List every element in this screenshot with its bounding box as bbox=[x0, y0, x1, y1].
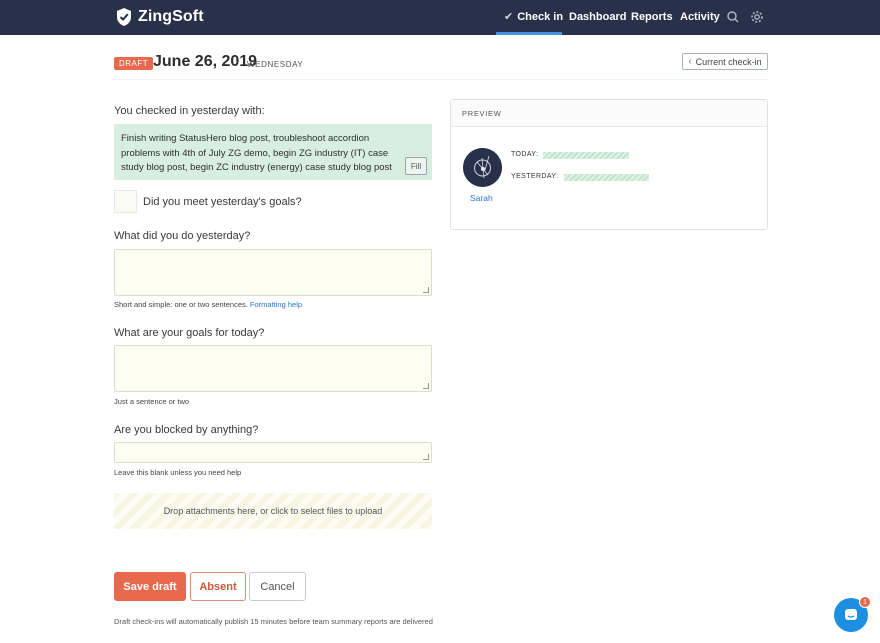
chevron-left-icon: ‹ bbox=[688, 56, 692, 67]
gear-icon[interactable] bbox=[749, 9, 765, 25]
page-date: June 26, 2019 bbox=[153, 53, 258, 70]
attachment-dropzone[interactable]: Drop attachments here, or click to selec… bbox=[114, 493, 432, 529]
brand[interactable]: ZingSoft bbox=[115, 7, 204, 27]
preview-yesterday-placeholder bbox=[564, 174, 649, 181]
blocked-textarea[interactable] bbox=[114, 442, 432, 463]
preview-user-name[interactable]: Sarah bbox=[470, 193, 493, 203]
brand-name: ZingSoft bbox=[138, 8, 204, 25]
preview-yesterday-label: YESTERDAY: bbox=[511, 173, 559, 180]
preview-title: PREVIEW bbox=[451, 100, 767, 127]
save-draft-button[interactable]: Save draft bbox=[114, 572, 186, 601]
preview-today-placeholder bbox=[543, 152, 629, 159]
avatar bbox=[463, 148, 502, 187]
cancel-button[interactable]: Cancel bbox=[249, 572, 306, 601]
resize-grip-icon[interactable] bbox=[423, 287, 429, 293]
nav-check-in[interactable]: ✔ Check in bbox=[496, 0, 564, 35]
did-yesterday-help-text: Short and simple: one or two sentences. bbox=[114, 300, 248, 309]
goals-today-label: What are your goals for today? bbox=[114, 327, 265, 339]
top-navbar: ZingSoft ✔ Check in Dashboard Reports Act… bbox=[0, 0, 880, 35]
met-goals-checkbox[interactable] bbox=[114, 190, 137, 213]
resize-grip-icon[interactable] bbox=[423, 383, 429, 389]
shield-logo-icon bbox=[117, 8, 131, 26]
did-yesterday-textarea[interactable] bbox=[114, 249, 432, 296]
blocked-label: Are you blocked by anything? bbox=[114, 424, 259, 436]
did-yesterday-label: What did you do yesterday? bbox=[114, 230, 251, 242]
nav-activity[interactable]: Activity bbox=[680, 0, 720, 35]
footer-note: Draft check-ins will automatically publi… bbox=[114, 617, 433, 626]
did-yesterday-help: Short and simple: one or two sentences. … bbox=[114, 300, 302, 309]
fill-button[interactable]: Fill bbox=[405, 157, 427, 175]
avatar-image-icon bbox=[463, 148, 502, 187]
chat-notification-badge: 1 bbox=[859, 596, 871, 608]
header-divider bbox=[114, 79, 768, 80]
met-goals-label: Did you meet yesterday's goals? bbox=[143, 196, 302, 208]
yesterday-checkin-text: Finish writing StatusHero blog post, tro… bbox=[114, 124, 432, 180]
formatting-help-link[interactable]: Formatting help bbox=[250, 300, 302, 309]
resize-grip-icon[interactable] bbox=[423, 454, 429, 460]
preview-today-label: TODAY: bbox=[511, 151, 539, 158]
yesterday-label: You checked in yesterday with: bbox=[114, 105, 265, 117]
nav-check-in-label: Check in bbox=[517, 11, 564, 23]
checkmark-icon: ✔ bbox=[504, 11, 514, 23]
goals-today-textarea[interactable] bbox=[114, 345, 432, 392]
absent-button[interactable]: Absent bbox=[190, 572, 246, 601]
page-weekday: WEDNESDAY bbox=[247, 60, 304, 69]
search-icon[interactable] bbox=[725, 9, 741, 25]
chat-icon bbox=[845, 609, 857, 620]
nav-dashboard[interactable]: Dashboard bbox=[569, 0, 626, 35]
nav-reports[interactable]: Reports bbox=[631, 0, 673, 35]
draft-badge: DRAFT bbox=[114, 57, 154, 70]
goals-today-help: Just a sentence or two bbox=[114, 397, 190, 406]
blocked-help: Leave this blank unless you need help bbox=[114, 468, 242, 477]
current-checkin-button[interactable]: ‹ Current check-in bbox=[682, 53, 768, 70]
current-checkin-label: Current check-in bbox=[695, 56, 762, 67]
preview-panel: PREVIEW Sarah TODAY: YESTERDAY: bbox=[450, 99, 768, 230]
